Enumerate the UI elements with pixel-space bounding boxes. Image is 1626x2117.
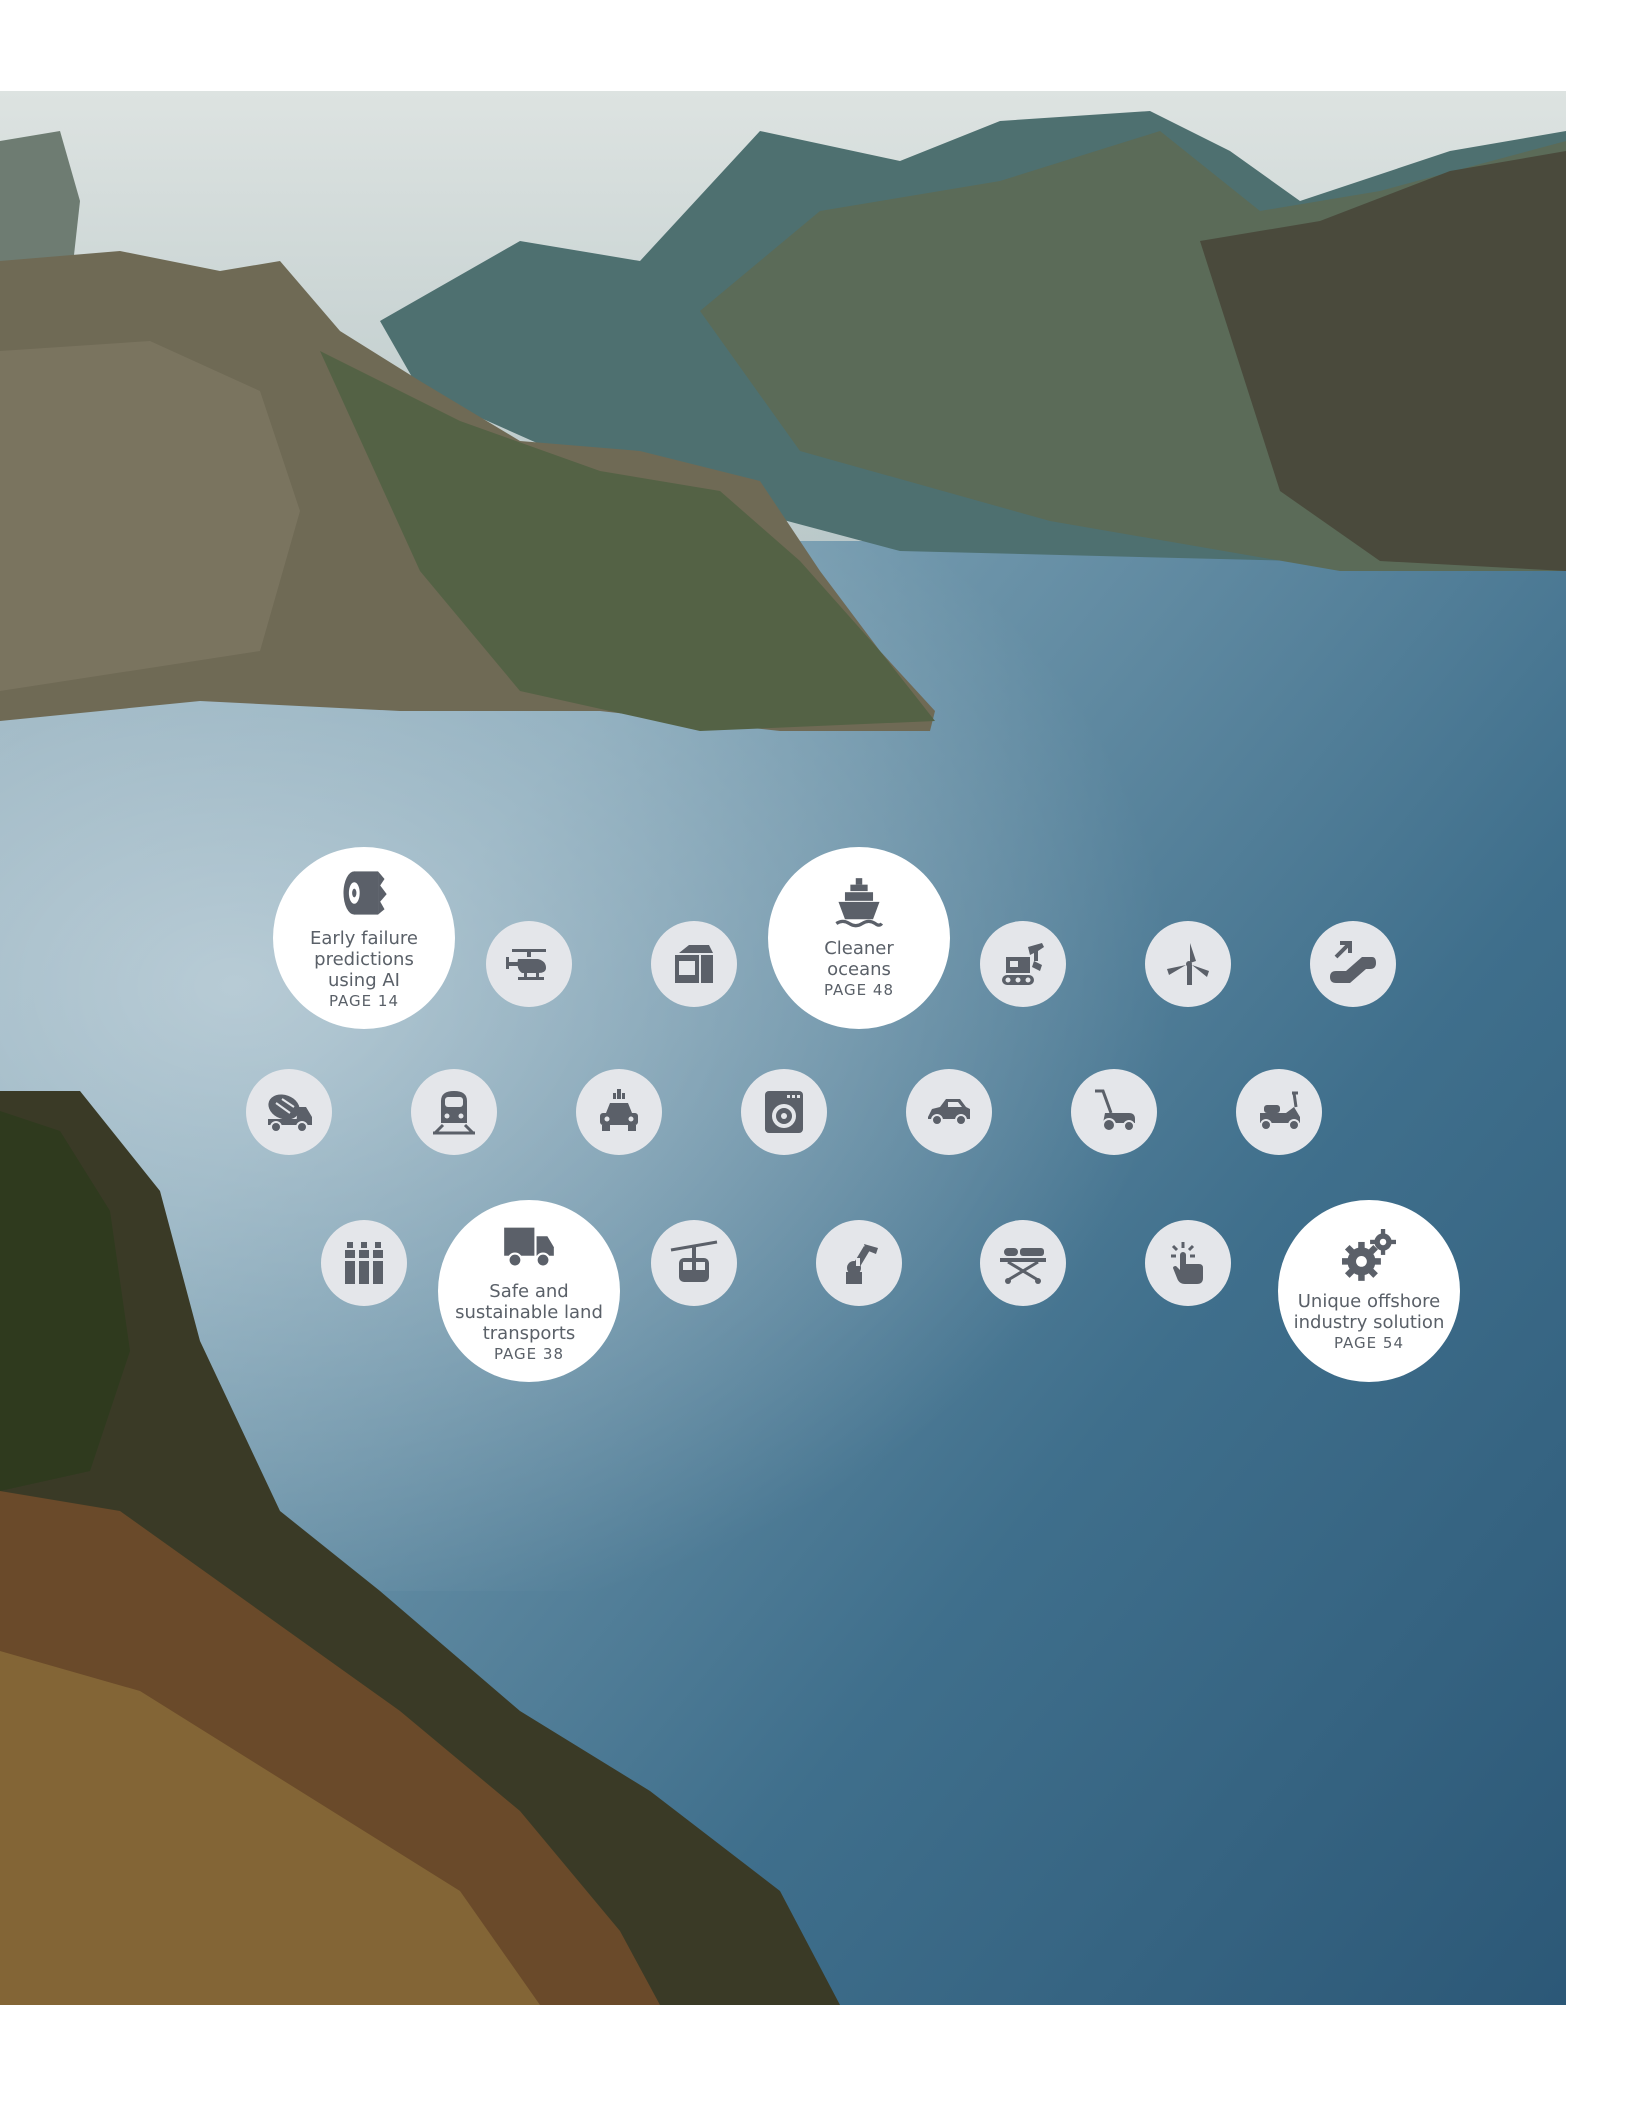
washing-machine-bubble xyxy=(741,1069,827,1155)
car-icon xyxy=(928,1099,970,1126)
highlight-line: Safe and xyxy=(489,1280,569,1302)
highlight-page: PAGE 14 xyxy=(328,991,400,1010)
highlight-offshore-solution[interactable]: Unique offshore industry solution PAGE 5… xyxy=(1278,1200,1460,1382)
cement-mixer-icon xyxy=(268,1094,312,1133)
cable-car-bubble xyxy=(651,1220,737,1306)
wind-turbine-bubble xyxy=(1145,921,1231,1007)
lawn-mower-bubble xyxy=(1071,1069,1157,1155)
escalator-bubble xyxy=(1310,921,1396,1007)
highlight-line: Cleaner xyxy=(824,938,894,959)
highlight-line: Unique offshore xyxy=(1297,1291,1441,1312)
highlight-page: PAGE 48 xyxy=(823,981,895,999)
cable-car-icon xyxy=(670,1240,718,1282)
highlight-line: predictions xyxy=(314,948,414,970)
highlight-early-failure[interactable]: Early failure predictions using AI PAGE … xyxy=(273,847,455,1029)
truck-icon xyxy=(504,1227,554,1268)
coastal-scene xyxy=(0,91,1566,2005)
excavator-bubble xyxy=(980,921,1066,1007)
robot-arm-icon xyxy=(846,1244,878,1284)
stretcher-icon xyxy=(1000,1248,1046,1284)
landscape-photo xyxy=(0,91,1566,2005)
paper-roll-icon xyxy=(343,870,387,915)
highlight-land-transports[interactable]: Safe and sustainable land transports PAG… xyxy=(438,1200,620,1382)
car-bubble xyxy=(906,1069,992,1155)
stretcher-bubble xyxy=(980,1220,1066,1306)
train-icon xyxy=(433,1091,475,1135)
highlight-line: using AI xyxy=(328,969,400,991)
lawn-mower-icon xyxy=(1095,1089,1135,1132)
touch-bubble xyxy=(1145,1220,1231,1306)
electric-car-icon xyxy=(600,1089,638,1131)
parcel-bubble xyxy=(651,921,737,1007)
highlight-line: industry solution xyxy=(1293,1312,1445,1333)
washing-machine-icon xyxy=(765,1091,803,1133)
parcel-icon xyxy=(675,945,713,983)
highlight-line: Early failure xyxy=(309,927,419,949)
scooter-icon xyxy=(1260,1091,1300,1131)
highlight-line: transports xyxy=(482,1322,576,1344)
train-bubble xyxy=(411,1069,497,1155)
scooter-bubble xyxy=(1236,1069,1322,1155)
escalator-icon xyxy=(1330,941,1376,983)
electric-car-bubble xyxy=(576,1069,662,1155)
ship-icon xyxy=(835,878,884,928)
cement-mixer-bubble xyxy=(246,1069,332,1155)
excavator-icon xyxy=(1002,943,1044,985)
helicopter-bubble xyxy=(486,921,572,1007)
gears-icon xyxy=(1342,1229,1396,1281)
wind-turbine-icon xyxy=(1167,943,1209,985)
highlight-line: oceans xyxy=(827,959,891,980)
highlight-line: sustainable land xyxy=(455,1301,603,1323)
bottles-icon xyxy=(345,1242,383,1284)
robot-arm-bubble xyxy=(816,1220,902,1306)
bottles-bubble xyxy=(321,1220,407,1306)
helicopter-icon xyxy=(506,949,546,980)
touch-icon xyxy=(1171,1242,1203,1284)
highlight-page: PAGE 54 xyxy=(1333,1334,1405,1352)
highlight-page: PAGE 38 xyxy=(493,1344,565,1363)
highlight-cleaner-oceans[interactable]: Cleaner oceans PAGE 48 xyxy=(768,847,950,1029)
